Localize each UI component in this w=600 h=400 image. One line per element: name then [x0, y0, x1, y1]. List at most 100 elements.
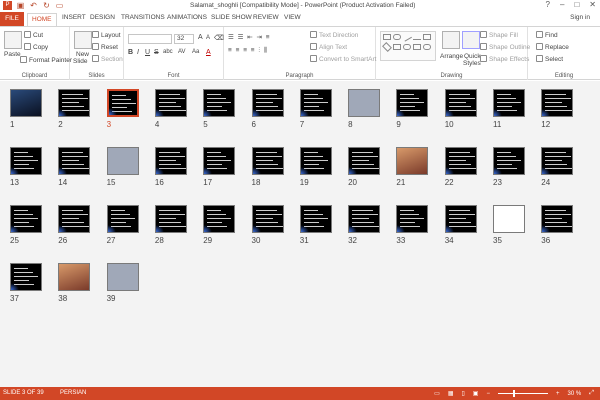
- arrow-shape-icon[interactable]: [413, 34, 421, 40]
- text-shadow-button[interactable]: abc: [163, 49, 173, 55]
- language-indicator[interactable]: PERSIAN: [60, 390, 86, 396]
- grow-font-icon[interactable]: A: [198, 34, 203, 41]
- tab-slide-show[interactable]: SLIDE SHOW: [211, 14, 252, 21]
- font-color-button[interactable]: A: [206, 49, 211, 56]
- slide-preview[interactable]: [106, 263, 139, 291]
- text-direction-button[interactable]: Text Direction: [310, 31, 358, 39]
- section-button[interactable]: Section: [92, 55, 123, 63]
- slide-preview[interactable]: [10, 205, 42, 233]
- slide-preview[interactable]: [541, 205, 574, 233]
- slide-preview[interactable]: [58, 147, 91, 175]
- slide-preview[interactable]: [58, 263, 91, 291]
- slide-preview[interactable]: [154, 89, 187, 117]
- slide-preview[interactable]: [444, 147, 477, 175]
- slide-preview[interactable]: [444, 205, 477, 233]
- line-shape-icon[interactable]: [402, 32, 412, 42]
- layout-button[interactable]: Layout: [92, 31, 121, 39]
- diamond-shape-icon[interactable]: [382, 42, 392, 52]
- rounded-rect-shape-icon[interactable]: [403, 44, 411, 50]
- align-text-button[interactable]: Align Text: [310, 43, 347, 51]
- slide-preview[interactable]: [154, 147, 187, 175]
- slide-preview[interactable]: [348, 205, 381, 233]
- circle-shape-icon[interactable]: [423, 44, 431, 50]
- copy-button[interactable]: Copy: [24, 43, 48, 51]
- textbox-shape-icon[interactable]: [423, 34, 431, 40]
- slide-preview[interactable]: [106, 205, 139, 233]
- slide-preview[interactable]: [541, 89, 574, 117]
- select-button[interactable]: Select: [536, 55, 563, 63]
- shrink-font-icon[interactable]: A: [206, 35, 210, 41]
- slide-preview[interactable]: [251, 147, 284, 175]
- oval-shape-icon[interactable]: [393, 34, 401, 40]
- tab-animations[interactable]: ANIMATIONS: [167, 14, 207, 21]
- tab-file[interactable]: FILE: [0, 12, 24, 26]
- underline-button[interactable]: U: [145, 49, 150, 56]
- slide-preview[interactable]: [299, 205, 332, 233]
- slide-preview[interactable]: [10, 263, 42, 291]
- slide-preview[interactable]: [10, 89, 42, 117]
- callout-shape-icon[interactable]: [413, 44, 421, 50]
- paste-icon[interactable]: [4, 31, 22, 49]
- strikethrough-button[interactable]: S: [154, 49, 159, 56]
- redo-icon[interactable]: ↻: [42, 1, 51, 10]
- shapes-gallery[interactable]: [380, 31, 436, 61]
- slide-preview[interactable]: [203, 89, 236, 117]
- quick-styles-button[interactable]: Quick: [464, 53, 481, 60]
- help-button[interactable]: ?: [546, 0, 550, 9]
- slide-preview[interactable]: [396, 147, 429, 175]
- zoom-slider[interactable]: [497, 390, 548, 397]
- shape-fill-button[interactable]: Shape Fill: [480, 31, 518, 39]
- slide-sorter-view-icon[interactable]: ▦: [448, 390, 454, 397]
- slide-preview[interactable]: [58, 89, 91, 117]
- alignment-icon[interactable]: ≡ ≡ ≡ ≡ ⫶ ⫼: [228, 47, 268, 55]
- slide-preview[interactable]: [348, 147, 381, 175]
- quick-styles-button-line2[interactable]: Styles: [463, 60, 481, 67]
- clear-format-icon[interactable]: ⌫: [214, 34, 224, 42]
- quick-styles-icon[interactable]: [462, 31, 480, 49]
- arrange-button[interactable]: Arrange: [440, 53, 463, 60]
- slide-preview[interactable]: [251, 205, 284, 233]
- slide-preview[interactable]: [493, 205, 525, 233]
- slide-preview[interactable]: [493, 147, 525, 175]
- reset-button[interactable]: Reset: [92, 43, 118, 51]
- fit-slide-icon[interactable]: ⤢: [589, 390, 594, 397]
- slide-preview[interactable]: [203, 147, 236, 175]
- slide-preview[interactable]: [251, 89, 284, 117]
- slide-preview[interactable]: [106, 89, 139, 117]
- slide-preview[interactable]: [10, 147, 42, 175]
- bullets-icon[interactable]: ☰ ☰ ⇤ ⇥ ≡: [228, 33, 271, 41]
- tab-insert[interactable]: INSERT: [62, 14, 86, 21]
- new-slide-button[interactable]: New: [76, 51, 89, 58]
- shape-outline-button[interactable]: Shape Outline: [480, 43, 530, 51]
- tab-transitions[interactable]: TRANSITIONS: [121, 14, 165, 21]
- slideshow-view-icon[interactable]: ▣: [473, 390, 479, 397]
- replace-button[interactable]: Replace: [536, 43, 569, 51]
- slide-preview[interactable]: [541, 147, 574, 175]
- normal-view-icon[interactable]: ▭: [434, 390, 440, 397]
- format-painter-button[interactable]: Format Painter: [20, 56, 72, 64]
- zoom-out-button[interactable]: −: [486, 391, 490, 397]
- tab-review[interactable]: REVIEW: [253, 14, 279, 21]
- slide-preview[interactable]: [493, 89, 525, 117]
- slide-preview[interactable]: [58, 205, 91, 233]
- character-spacing-button[interactable]: AV: [178, 49, 186, 55]
- paste-button[interactable]: Paste: [4, 51, 21, 58]
- tab-view[interactable]: VIEW: [284, 14, 301, 21]
- start-slideshow-icon[interactable]: ▭: [55, 1, 64, 10]
- font-size-combo[interactable]: 32: [174, 34, 194, 44]
- close-button[interactable]: ✕: [589, 0, 596, 9]
- italic-button[interactable]: I: [137, 49, 139, 56]
- slide-preview[interactable]: [299, 147, 332, 175]
- tab-design[interactable]: DESIGN: [90, 14, 115, 21]
- tab-home[interactable]: HOME: [27, 13, 57, 26]
- new-slide-icon[interactable]: [74, 31, 92, 49]
- save-icon[interactable]: ▣: [16, 1, 25, 10]
- maximize-button[interactable]: □: [574, 0, 579, 9]
- slide-preview[interactable]: [348, 89, 381, 117]
- rectangle-shape-icon[interactable]: [383, 34, 391, 40]
- convert-smartart-button[interactable]: Convert to SmartArt: [310, 55, 376, 63]
- slide-preview[interactable]: [444, 89, 477, 117]
- triangle-shape-icon[interactable]: [393, 44, 401, 50]
- slide-preview[interactable]: [154, 205, 187, 233]
- reading-view-icon[interactable]: ▯: [461, 390, 464, 397]
